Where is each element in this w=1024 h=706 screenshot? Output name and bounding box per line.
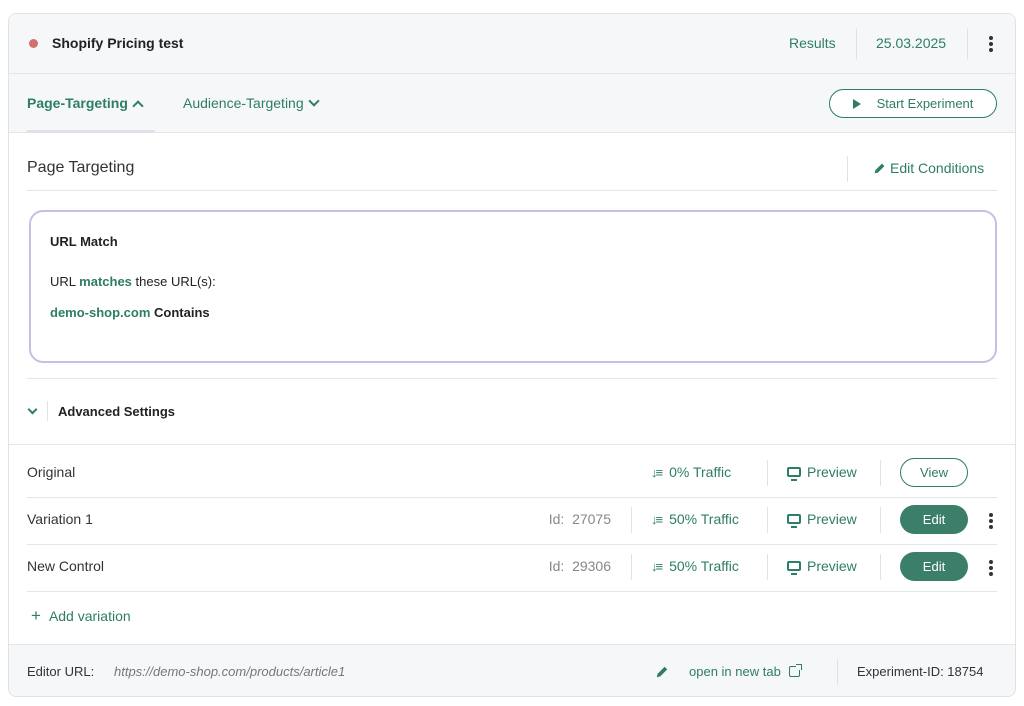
tab-audience-targeting[interactable]: Audience-Targeting	[183, 95, 320, 111]
divider	[767, 507, 768, 533]
experiment-card: Shopify Pricing test Results 25.03.2025 …	[8, 13, 1016, 697]
url-suffix: these URL(s):	[135, 274, 216, 289]
preview-button[interactable]: Preview	[787, 558, 857, 575]
divider	[631, 507, 632, 533]
status-dot	[29, 39, 38, 48]
tab-page-targeting[interactable]: Page-Targeting	[27, 95, 144, 112]
divider	[47, 401, 48, 421]
advanced-settings-toggle[interactable]: Advanced Settings	[27, 401, 175, 421]
url-match-description: URL matches these URL(s):	[50, 274, 216, 289]
variation-name: Original	[27, 464, 76, 480]
variation-id: Id: 27075	[549, 511, 611, 527]
divider	[27, 378, 997, 379]
experiment-date[interactable]: 25.03.2025	[876, 35, 946, 51]
edit-conditions-button[interactable]: Edit Conditions	[873, 160, 984, 176]
sort-traffic-icon: ↓≡	[651, 558, 663, 574]
match-type: matches	[79, 274, 132, 289]
divider	[880, 460, 881, 486]
preview-button[interactable]: Preview	[787, 511, 857, 528]
editor-footer: Editor URL: https://demo-shop.com/produc…	[9, 644, 1015, 696]
experiment-header: Shopify Pricing test Results 25.03.2025	[9, 14, 1015, 74]
header-divider	[856, 28, 857, 60]
variation-row: Variation 1 Id: 27075 ↓≡ 50% Traffic Prev…	[9, 497, 1015, 544]
traffic-button[interactable]: ↓≡ 50% Traffic	[651, 558, 739, 574]
preview-label: Preview	[807, 464, 857, 480]
header-divider	[967, 28, 968, 60]
monitor-icon	[787, 514, 801, 528]
editor-url-label: Editor URL:	[27, 664, 95, 679]
open-new-tab-label: open in new tab	[689, 664, 781, 679]
monitor-icon	[787, 467, 801, 481]
more-options-icon[interactable]	[989, 560, 993, 578]
start-experiment-label: Start Experiment	[876, 96, 974, 111]
plus-icon: +	[31, 606, 41, 625]
experiment-id: Experiment-ID: 18754	[857, 664, 984, 679]
preview-label: Preview	[807, 558, 857, 574]
variation-id-value: 29306	[572, 558, 611, 574]
sort-traffic-icon: ↓≡	[651, 464, 663, 480]
divider	[9, 444, 1015, 445]
preview-button[interactable]: Preview	[787, 464, 857, 481]
tab-audience-targeting-label: Audience-Targeting	[183, 95, 304, 111]
chevron-down-icon	[27, 404, 38, 414]
add-variation-button[interactable]: + Add variation	[31, 606, 131, 626]
divider	[837, 659, 838, 685]
experiment-title: Shopify Pricing test	[52, 35, 184, 51]
chevron-up-icon	[132, 100, 144, 112]
sort-traffic-icon: ↓≡	[651, 511, 663, 527]
play-icon	[852, 98, 861, 109]
monitor-icon	[787, 561, 801, 575]
preview-label: Preview	[807, 511, 857, 527]
results-link[interactable]: Results	[789, 35, 836, 51]
edit-conditions-label: Edit Conditions	[890, 160, 985, 176]
divider	[631, 554, 632, 580]
pencil-icon	[874, 163, 885, 173]
divider	[27, 591, 997, 592]
divider	[880, 554, 881, 580]
variation-id-label: Id:	[548, 558, 565, 574]
url-condition: demo-shop.com Contains	[50, 305, 210, 320]
pencil-icon[interactable]	[655, 665, 669, 679]
chevron-down-icon	[307, 95, 320, 107]
variation-name: New Control	[27, 558, 105, 574]
external-link-icon	[788, 664, 802, 677]
variation-row: New Control Id: 29306 ↓≡ 50% Traffic Prev…	[9, 544, 1015, 591]
divider	[880, 507, 881, 533]
traffic-button[interactable]: ↓≡ 50% Traffic	[651, 511, 739, 527]
add-variation-label: Add variation	[48, 608, 131, 624]
open-new-tab-link[interactable]: open in new tab	[689, 664, 802, 679]
variation-row: Original ↓≡ 0% Traffic Preview View	[9, 450, 1015, 497]
divider	[767, 460, 768, 486]
section-divider	[847, 156, 848, 182]
start-experiment-button[interactable]: Start Experiment	[829, 89, 997, 118]
view-button[interactable]: View	[900, 458, 968, 487]
traffic-button[interactable]: ↓≡ 0% Traffic	[651, 464, 731, 480]
variation-id: Id: 29306	[549, 558, 611, 574]
edit-button[interactable]: Edit	[900, 552, 968, 581]
more-options-icon[interactable]	[989, 513, 993, 531]
url-domain: demo-shop.com	[50, 305, 151, 320]
section-title: Page Targeting	[27, 159, 135, 176]
tab-page-targeting-label: Page-Targeting	[27, 95, 128, 111]
traffic-label: 50% Traffic	[669, 511, 739, 527]
divider	[27, 190, 997, 191]
variation-name: Variation 1	[27, 511, 93, 527]
traffic-label: 0% Traffic	[669, 464, 732, 480]
more-options-icon[interactable]	[989, 36, 993, 54]
advanced-settings-label: Advanced Settings	[58, 403, 176, 419]
active-tab-indicator	[27, 130, 155, 133]
url-prefix: URL	[50, 274, 76, 289]
url-match-title: URL Match	[50, 234, 118, 249]
variation-id-value: 27075	[572, 511, 611, 527]
editor-url-value: https://demo-shop.com/products/article1	[114, 664, 346, 679]
variation-id-label: Id:	[548, 511, 565, 527]
targeting-tabs: Page-Targeting Audience-Targeting Start …	[9, 74, 1015, 133]
traffic-label: 50% Traffic	[669, 558, 739, 574]
edit-button[interactable]: Edit	[900, 505, 968, 534]
url-condition-type: Contains	[154, 305, 210, 320]
url-match-box: URL Match URL matches these URL(s): demo…	[29, 210, 997, 363]
divider	[767, 554, 768, 580]
